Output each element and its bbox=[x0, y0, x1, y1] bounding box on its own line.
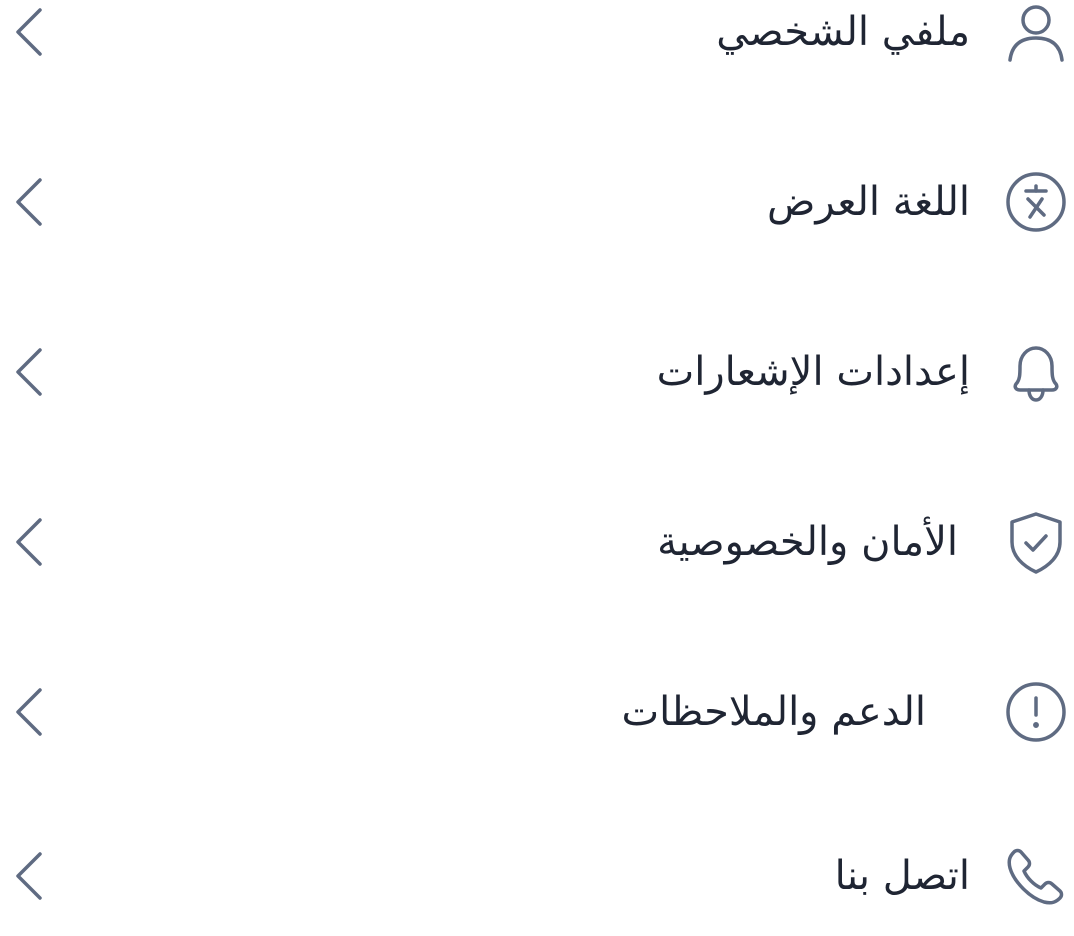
chevron-left-icon bbox=[10, 344, 50, 400]
shield-check-icon bbox=[998, 504, 1074, 580]
menu-item-contact-us[interactable]: اتصل بنا bbox=[0, 816, 1074, 936]
info-circle-icon bbox=[998, 674, 1074, 750]
menu-item-label: إعدادات الإشعارات bbox=[656, 349, 970, 395]
bell-icon bbox=[998, 334, 1074, 410]
phone-icon bbox=[998, 838, 1074, 914]
menu-item-support-feedback[interactable]: الدعم والملاحظات bbox=[0, 652, 1074, 772]
menu-item-notifications[interactable]: إعدادات الإشعارات bbox=[0, 312, 1074, 432]
chevron-left-icon bbox=[10, 684, 50, 740]
menu-item-label: الدعم والملاحظات bbox=[621, 689, 927, 735]
menu-item-label: ملفي الشخصي bbox=[716, 9, 970, 55]
menu-item-label: اللغة العرض bbox=[766, 179, 970, 225]
chevron-left-icon bbox=[10, 4, 50, 60]
menu-item-language[interactable]: اللغة العرض bbox=[0, 142, 1074, 262]
menu-item-profile[interactable]: ملفي الشخصي bbox=[0, 0, 1074, 92]
menu-item-label: الأمان والخصوصية bbox=[657, 519, 958, 565]
user-icon bbox=[998, 0, 1074, 70]
chevron-left-icon bbox=[10, 514, 50, 570]
settings-menu: ملفي الشخصي اللغة العرض إعدادات الإشعارا… bbox=[0, 0, 1074, 912]
translate-icon bbox=[998, 164, 1074, 240]
chevron-left-icon bbox=[10, 174, 50, 230]
chevron-left-icon bbox=[10, 848, 50, 904]
menu-item-label: اتصل بنا bbox=[834, 853, 970, 899]
menu-item-security-privacy[interactable]: الأمان والخصوصية bbox=[0, 482, 1074, 602]
